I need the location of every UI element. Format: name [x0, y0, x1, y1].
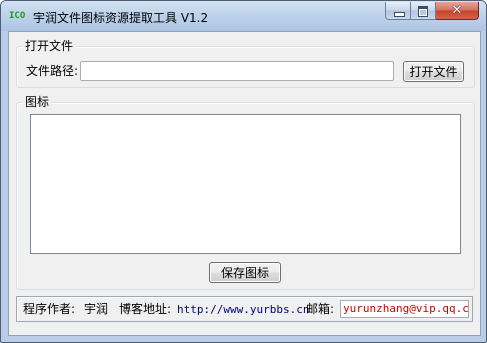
open-file-group-title: 打开文件 [23, 39, 76, 53]
icon-list[interactable] [30, 114, 461, 254]
open-file-group: 打开文件 文件路径: 打开文件 [16, 39, 475, 88]
icon-group-title: 图标 [23, 95, 52, 109]
blog-link[interactable]: http://www.yurbbs.cn [177, 303, 309, 316]
app-icon: ICO [9, 11, 26, 21]
title-bar[interactable]: ICO 宇润文件图标资源提取工具 V1.2 ✕ [1, 1, 486, 31]
file-path-label: 文件路径: [26, 64, 79, 78]
icon-group: 图标 保存图标 [16, 95, 475, 290]
caption-buttons: ✕ [385, 2, 479, 20]
close-button[interactable]: ✕ [436, 2, 479, 20]
client-area: 打开文件 文件路径: 打开文件 图标 保存图标 程序作者: 宇润 博客地址: h… [8, 31, 481, 336]
window-title: 宇润文件图标资源提取工具 V1.2 [33, 11, 209, 25]
app-window: ICO 宇润文件图标资源提取工具 V1.2 ✕ 打开文件 文件路径: 打开文件 … [0, 0, 487, 343]
author-label: 程序作者: [23, 302, 76, 316]
save-icon-button[interactable]: 保存图标 [209, 262, 281, 283]
author-name: 宇润 [84, 302, 109, 316]
minimize-button[interactable] [385, 2, 411, 20]
close-icon: ✕ [451, 3, 463, 18]
minimize-icon [394, 12, 405, 17]
open-file-button[interactable]: 打开文件 [403, 61, 464, 82]
status-bar: 程序作者: 宇润 博客地址: http://www.yurbbs.cn 邮箱: … [16, 296, 473, 322]
file-path-input[interactable] [80, 61, 394, 81]
blog-label: 博客地址: [119, 302, 172, 316]
email-label: 邮箱: [306, 302, 335, 316]
maximize-icon [418, 6, 428, 17]
maximize-button[interactable] [411, 2, 436, 20]
email-field[interactable]: yurunzhang@vip.qq.com [340, 300, 469, 318]
